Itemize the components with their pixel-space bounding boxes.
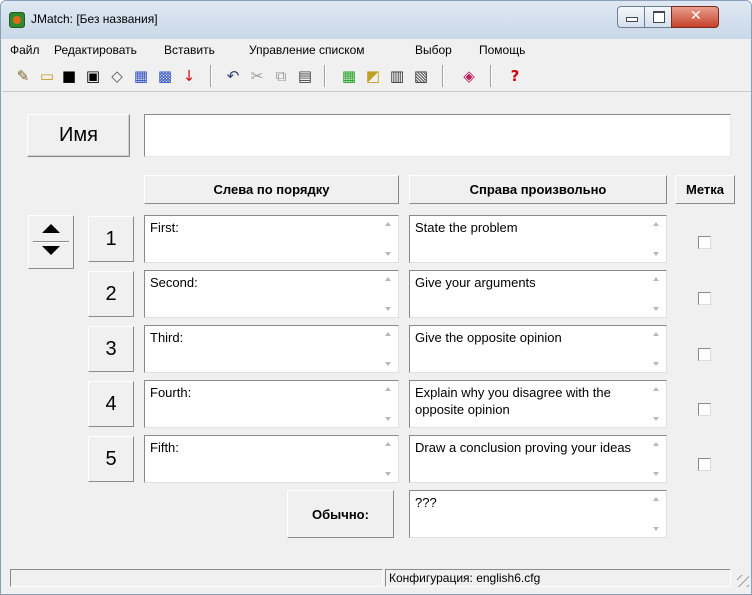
row-number-button[interactable]: 3	[88, 326, 134, 372]
left-item-text: Fourth:	[150, 385, 192, 400]
field-scrollbar[interactable]	[649, 272, 665, 316]
resize-grip-icon[interactable]	[737, 575, 749, 587]
header-left-ordered: Слева по порядку	[144, 175, 399, 204]
field-scrollbar[interactable]	[649, 217, 665, 261]
toolbar-separator	[442, 65, 444, 87]
left-item-text: First:	[150, 220, 179, 235]
status-panel-left	[10, 569, 383, 587]
tag-checkbox[interactable]	[698, 348, 711, 361]
arrow-down-red-icon[interactable]: ↓	[180, 67, 198, 85]
tag-checkbox[interactable]	[698, 236, 711, 249]
toolbar: ✎ ▭ ■ ▣ ◇ ▦ ▩ ↓ ↶ ✂ ⧉ ▤ ▦ ◩ ▥ ▧ ◈ ?	[2, 61, 751, 92]
tag-checkbox[interactable]	[698, 292, 711, 305]
app-window: JMatch: [Без названия] ✕ Файл Редактиров…	[0, 0, 752, 595]
web-page-icon[interactable]: ▦	[132, 67, 150, 85]
title-bar[interactable]: JMatch: [Без названия] ✕	[1, 1, 751, 39]
paste-icon[interactable]: ▤	[296, 67, 314, 85]
row-number-button[interactable]: 1	[88, 216, 134, 262]
right-item-field[interactable]: Give your arguments	[409, 270, 667, 318]
config-icon[interactable]: ▦	[340, 67, 358, 85]
status-config: Конфигурация: english6.cfg	[385, 569, 731, 587]
new-file-icon[interactable]: ✎	[14, 67, 32, 85]
field-scrollbar[interactable]	[649, 382, 665, 426]
tag-checkbox[interactable]	[698, 458, 711, 471]
status-bar: Конфигурация: english6.cfg	[2, 567, 751, 589]
menu-insert[interactable]: Вставить	[164, 43, 215, 57]
right-item-field[interactable]: Give the opposite opinion	[409, 325, 667, 373]
right-item-text: State the problem	[415, 220, 518, 235]
left-item-field[interactable]: First:	[144, 215, 399, 263]
exercise-panel: Имя Слева по порядку Справа произвольно …	[11, 99, 743, 559]
save-icon[interactable]: ■	[60, 67, 78, 85]
eraser-icon[interactable]: ◇	[108, 67, 126, 85]
window-title: JMatch: [Без названия]	[31, 12, 158, 26]
help-icon[interactable]: ?	[506, 67, 524, 85]
menu-list-management[interactable]: Управление списком	[249, 43, 365, 57]
left-item-text: Third:	[150, 330, 184, 345]
left-item-field[interactable]: Third:	[144, 325, 399, 373]
right-item-field[interactable]: State the problem	[409, 215, 667, 263]
open-folder-icon[interactable]: ▭	[38, 67, 56, 85]
default-value-field[interactable]: ???	[409, 490, 667, 538]
field-scrollbar[interactable]	[381, 382, 397, 426]
right-item-field[interactable]: Explain why you disagree with the opposi…	[409, 380, 667, 428]
minimize-icon	[626, 17, 638, 22]
toolbar-separator	[210, 65, 212, 87]
field-scrollbar[interactable]	[381, 217, 397, 261]
row-number-button[interactable]: 4	[88, 381, 134, 427]
arrow-up-icon[interactable]	[42, 224, 60, 233]
minimize-button[interactable]	[617, 6, 645, 28]
left-item-text: Fifth:	[150, 440, 179, 455]
header-tag: Метка	[675, 175, 735, 204]
grid-icon[interactable]: ▥	[388, 67, 406, 85]
right-item-text: Give the opposite opinion	[415, 330, 562, 345]
name-label-box: Имя	[27, 114, 130, 157]
web-page-alt-icon[interactable]: ▩	[156, 67, 174, 85]
close-button[interactable]: ✕	[671, 6, 719, 28]
close-icon: ✕	[690, 8, 702, 24]
cut-icon[interactable]: ✂	[248, 67, 266, 85]
save-as-icon[interactable]: ▣	[84, 67, 102, 85]
right-item-text: Draw a conclusion proving your ideas	[415, 440, 632, 455]
export-icon[interactable]: ◩	[364, 67, 382, 85]
menu-edit[interactable]: Редактировать	[54, 43, 137, 57]
field-scrollbar[interactable]	[649, 437, 665, 481]
menu-help[interactable]: Помощь	[479, 43, 525, 57]
toolbar-separator	[324, 65, 326, 87]
default-label-button[interactable]: Обычно:	[287, 490, 394, 538]
undo-icon[interactable]: ↶	[224, 67, 242, 85]
left-item-field[interactable]: Second:	[144, 270, 399, 318]
arrow-down-icon[interactable]	[42, 246, 60, 255]
name-input[interactable]	[144, 114, 731, 157]
header-right-random: Справа произвольно	[409, 175, 667, 204]
menu-bar: Файл Редактировать Вставить Управление с…	[2, 39, 751, 62]
app-icon[interactable]	[9, 12, 25, 28]
field-scrollbar[interactable]	[381, 272, 397, 316]
menu-select[interactable]: Выбор	[415, 43, 452, 57]
grid-alt-icon[interactable]: ▧	[412, 67, 430, 85]
row-number-button[interactable]: 5	[88, 436, 134, 482]
palette-icon[interactable]: ◈	[460, 67, 478, 85]
right-item-text: Explain why you disagree with the opposi…	[415, 385, 615, 417]
divider	[33, 241, 69, 243]
default-value-text: ???	[415, 495, 437, 510]
left-item-field[interactable]: Fourth:	[144, 380, 399, 428]
field-scrollbar[interactable]	[381, 437, 397, 481]
tag-checkbox[interactable]	[698, 403, 711, 416]
right-item-field[interactable]: Draw a conclusion proving your ideas	[409, 435, 667, 483]
left-item-field[interactable]: Fifth:	[144, 435, 399, 483]
maximize-button[interactable]	[644, 6, 672, 28]
menu-file[interactable]: Файл	[10, 43, 40, 57]
maximize-icon	[653, 11, 665, 23]
field-scrollbar[interactable]	[649, 492, 665, 536]
copy-icon[interactable]: ⧉	[272, 67, 290, 85]
toolbar-separator	[490, 65, 492, 87]
row-number-button[interactable]: 2	[88, 271, 134, 317]
field-scrollbar[interactable]	[381, 327, 397, 371]
move-row-buttons[interactable]	[28, 215, 74, 269]
left-item-text: Second:	[150, 275, 198, 290]
right-item-text: Give your arguments	[415, 275, 536, 290]
field-scrollbar[interactable]	[649, 327, 665, 371]
